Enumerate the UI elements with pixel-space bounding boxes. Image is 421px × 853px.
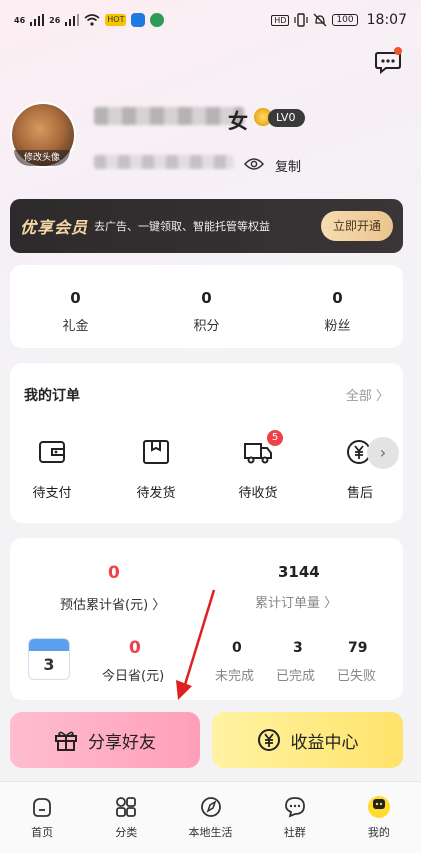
clock: 18:07	[366, 12, 407, 28]
order-label: 售后	[346, 486, 373, 501]
stats-card: 0 礼金 0 积分 0 粉丝	[10, 265, 403, 348]
notification-green-icon	[150, 13, 165, 27]
user-id-redacted	[94, 155, 234, 169]
tab-label: 社群	[283, 826, 306, 839]
me-icon	[367, 796, 390, 818]
box-icon	[143, 440, 169, 464]
tab-me[interactable]: 我的	[337, 782, 421, 853]
order-label: 待发货	[136, 486, 176, 501]
avatar-caption[interactable]: 修改头像	[14, 150, 70, 166]
signal-2g-icon: 26	[49, 15, 61, 25]
order-label: 待收货	[238, 486, 278, 501]
calendar-day: 3	[43, 655, 55, 674]
wifi-icon	[84, 14, 100, 26]
vip-description: 去广告、一键领取、智能托管等权益	[94, 220, 271, 233]
total-orders-value: 3144	[278, 563, 320, 581]
username-suffix: 女	[228, 109, 248, 133]
today-savings-label: 今日省(元)	[102, 669, 165, 684]
tab-label: 本地生活	[188, 826, 233, 839]
hd-icon: HD	[271, 14, 290, 26]
today-savings-value: 0	[129, 638, 141, 658]
orders-card: 我的订单 全部 〉 待支付 待发货 5 待收货 售后 ›	[10, 363, 403, 523]
signal-bars-icon-2	[65, 14, 80, 26]
message-unread-dot	[394, 47, 402, 55]
tab-label: 首页	[31, 826, 54, 839]
username-redacted	[94, 107, 244, 125]
earnings-center-label: 收益中心	[290, 732, 359, 753]
grid-icon	[116, 797, 137, 817]
chat-icon	[284, 797, 305, 818]
eye-icon[interactable]	[244, 157, 264, 171]
scroll-right-button[interactable]: ›	[367, 437, 399, 469]
tab-home[interactable]: 首页	[0, 782, 84, 853]
order-label: 待支付	[32, 486, 72, 501]
order-pending-receipt[interactable]: 5 待收货	[218, 430, 298, 501]
notification-shield-icon	[131, 13, 146, 27]
order-pending-shipment[interactable]: 待发货	[116, 438, 196, 501]
vibrate-icon	[294, 13, 309, 27]
yen-coin-icon	[257, 729, 280, 751]
compass-icon	[200, 797, 221, 817]
total-orders-label[interactable]: 累计订单量 〉	[255, 592, 337, 611]
orders-title: 我的订单	[24, 388, 80, 404]
mute-bell-icon	[313, 13, 327, 27]
vip-open-button[interactable]: 立即开通	[320, 211, 393, 241]
status-bar: 46 26 HOT HD 100 18:07	[0, 0, 421, 40]
stat-points[interactable]: 0 积分	[141, 265, 272, 348]
share-friends-button[interactable]: 分享好友	[10, 712, 200, 768]
estimated-savings-value: 0	[108, 563, 120, 583]
earnings-center-button[interactable]: 收益中心	[212, 712, 403, 768]
calendar-icon: 3	[28, 638, 70, 680]
signal-bars-icon	[30, 14, 45, 26]
bottom-tab-bar: 首页 分类 本地生活 社群 我的	[0, 781, 421, 853]
unfinished-label[interactable]: 未完成	[215, 665, 254, 684]
gift-icon	[55, 731, 77, 751]
share-friends-label: 分享好友	[88, 732, 156, 753]
vip-logo: 优享会员	[20, 218, 89, 237]
signal-4g-icon: 46	[14, 15, 26, 25]
order-count-badge: 5	[267, 430, 283, 446]
battery-icon: 100	[332, 14, 358, 26]
wallet-icon	[39, 441, 65, 463]
stat-value: 0	[70, 289, 81, 307]
estimated-savings-label[interactable]: 预估累计省(元) 〉	[60, 594, 165, 613]
failed-value: 79	[348, 640, 368, 656]
order-pending-payment[interactable]: 待支付	[12, 438, 92, 501]
orders-all-link[interactable]: 全部 〉	[346, 385, 389, 404]
stat-label: 积分	[193, 319, 220, 334]
stat-value: 0	[201, 289, 212, 307]
tab-label: 分类	[115, 826, 138, 839]
tab-label: 我的	[367, 826, 390, 839]
savings-card: 0 预估累计省(元) 〉 3144 累计订单量 〉 3 0 今日省(元) 0 未…	[10, 538, 403, 700]
stat-value: 0	[332, 289, 343, 307]
stat-label: 粉丝	[324, 319, 351, 334]
failed-label[interactable]: 已失败	[337, 665, 376, 684]
tab-community[interactable]: 社群	[253, 782, 337, 853]
stat-fans[interactable]: 0 粉丝	[272, 265, 403, 348]
vip-banner[interactable]: 优享会员 去广告、一键领取、智能托管等权益 立即开通	[10, 199, 403, 253]
level-badge[interactable]: LV0	[268, 109, 306, 127]
finished-label[interactable]: 已完成	[276, 665, 315, 684]
unfinished-value: 0	[232, 640, 242, 656]
stat-label: 礼金	[62, 319, 89, 334]
home-icon	[33, 798, 51, 817]
stat-gift-money[interactable]: 0 礼金	[10, 265, 141, 348]
notification-app-icon: HOT	[105, 14, 127, 26]
copy-button[interactable]: 复制	[275, 156, 301, 175]
finished-value: 3	[293, 640, 303, 656]
tab-local-life[interactable]: 本地生活	[168, 782, 252, 853]
tab-category[interactable]: 分类	[84, 782, 168, 853]
